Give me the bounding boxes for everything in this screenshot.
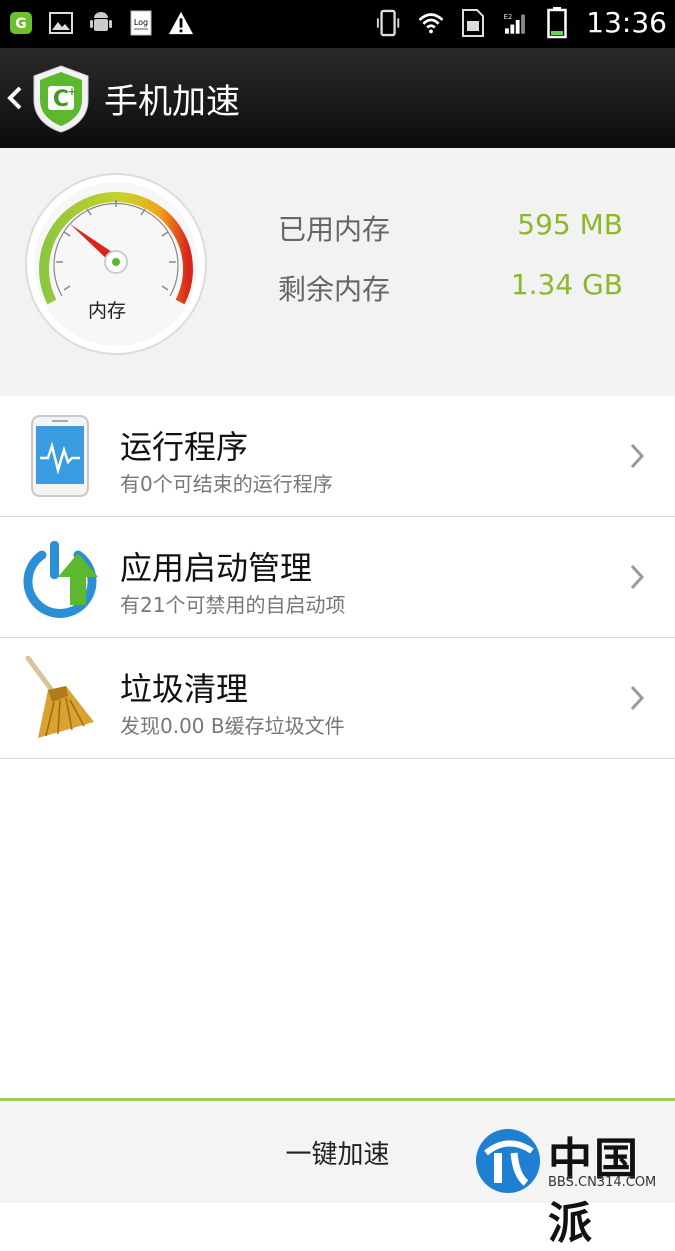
item-subtitle: 有21个可禁用的自启动项	[120, 593, 346, 617]
free-memory-value: 1.34 GB	[510, 268, 623, 301]
back-arrow-icon[interactable]	[6, 82, 24, 114]
app-shield-icon: G	[8, 10, 34, 36]
signal-e2-icon: E2	[502, 10, 528, 36]
memory-gauge	[25, 173, 207, 355]
item-title: 应用启动管理	[120, 549, 313, 587]
item-subtitle: 有0个可结束的运行程序	[120, 472, 333, 496]
gauge-label: 内存	[88, 300, 127, 322]
svg-text:+: +	[67, 85, 76, 98]
app-logo-icon[interactable]: C +	[30, 64, 92, 134]
list-item-startup-manager[interactable]: 应用启动管理 有21个可禁用的自启动项	[0, 517, 675, 638]
status-time: 13:36	[586, 6, 667, 39]
watermark-logo: 中国派 BBS.CN314.COM	[472, 1125, 672, 1249]
log-icon: Log	[128, 10, 154, 36]
item-title: 运行程序	[120, 428, 249, 466]
memory-panel: 内存 已用内存 595 MB 剩余内存 1.34 GB	[0, 148, 675, 397]
used-memory-row: 已用内存 595 MB	[278, 208, 623, 248]
used-memory-value: 595 MB	[517, 208, 623, 241]
svg-text:E2: E2	[504, 13, 513, 21]
status-bar: G Log E2 13:36	[0, 0, 675, 48]
free-memory-label: 剩余内存	[278, 273, 391, 306]
page-title: 手机加速	[104, 82, 240, 122]
warning-icon	[168, 10, 194, 36]
vibrate-icon	[376, 9, 402, 36]
bottom-bar: 一键加速 中国派 BBS.CN314.COM	[0, 1098, 675, 1249]
title-bar: C + 手机加速	[0, 48, 675, 148]
chevron-right-icon	[630, 685, 645, 711]
gallery-icon	[48, 10, 74, 36]
used-memory-label: 已用内存	[278, 213, 391, 246]
android-debug-icon	[88, 10, 114, 36]
battery-icon	[544, 6, 570, 38]
chevron-right-icon	[630, 564, 645, 590]
feature-list: 运行程序 有0个可结束的运行程序 应用启动管理 有21个可禁用的自启动项 垃圾清…	[0, 396, 675, 759]
sim-icon	[460, 8, 486, 37]
item-title: 垃圾清理	[120, 670, 249, 708]
watermark-url: BBS.CN314.COM	[548, 1175, 657, 1190]
free-memory-row: 剩余内存 1.34 GB	[278, 268, 623, 308]
list-item-running-apps[interactable]: 运行程序 有0个可结束的运行程序	[0, 396, 675, 517]
phone-monitor-icon	[31, 415, 89, 497]
svg-text:G: G	[15, 16, 27, 32]
broom-icon	[25, 656, 94, 738]
list-item-junk-clean[interactable]: 垃圾清理 发现0.00 B缓存垃圾文件	[0, 638, 675, 759]
watermark-pi-icon	[476, 1129, 540, 1193]
svg-text:Log: Log	[134, 18, 148, 27]
chevron-right-icon	[630, 443, 645, 469]
power-up-icon	[23, 541, 98, 618]
item-subtitle: 发现0.00 B缓存垃圾文件	[120, 714, 345, 738]
wifi-icon	[418, 10, 444, 36]
